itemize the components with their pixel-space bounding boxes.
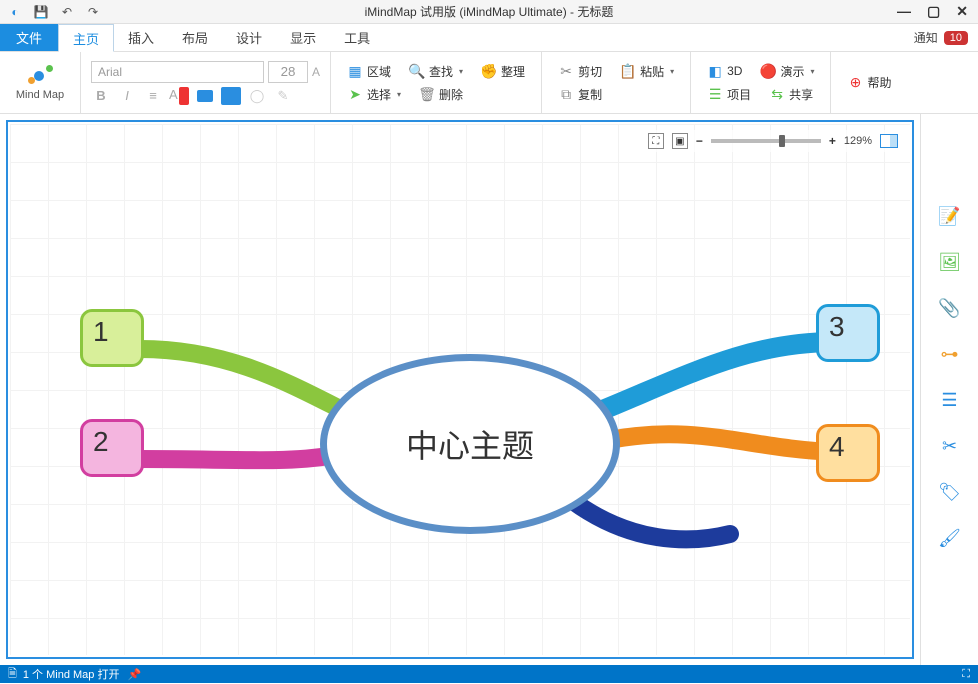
cleanup-icon: ✊ xyxy=(481,63,497,79)
cmd-3d[interactable]: ◧3D xyxy=(707,63,742,80)
format-painter-icon[interactable]: ✎ xyxy=(273,87,293,105)
zoom-slider[interactable] xyxy=(711,139,821,143)
fit-icon[interactable]: ⛶ xyxy=(648,133,664,149)
cube-icon: ◧ xyxy=(707,63,723,79)
cmd-share[interactable]: ⇆共享 xyxy=(769,86,813,103)
minimize-button[interactable]: — xyxy=(897,3,911,20)
status-open-docs: 1 个 Mind Map 打开 xyxy=(23,666,120,682)
region-icon: ▦ xyxy=(347,63,363,79)
notify-label[interactable]: 通知 xyxy=(914,29,938,46)
note-icon[interactable]: 📝 xyxy=(938,204,962,228)
window-title: iMindMap 试用版 (iMindMap Ultimate) - 无标题 xyxy=(365,3,614,20)
status-bar: 🗎 1 个 Mind Map 打开 📌 ⛶ xyxy=(0,665,978,683)
fullscreen-icon[interactable]: ⛶ xyxy=(962,668,970,681)
search-icon: 🔍 xyxy=(409,63,425,79)
tab-design[interactable]: 设计 xyxy=(222,24,276,51)
zoom-toolbar: ⛶ ▣ − + 129% xyxy=(644,130,902,152)
app-icon: ◐ xyxy=(6,3,24,21)
cmd-help[interactable]: ⊕帮助 xyxy=(847,74,891,91)
close-button[interactable]: ✕ xyxy=(956,3,968,20)
snip-icon[interactable]: ✂ xyxy=(938,434,962,458)
tab-layout[interactable]: 布局 xyxy=(168,24,222,51)
mindmap-mode-button[interactable]: Mind Map xyxy=(10,65,70,101)
shape-button[interactable]: ◯ xyxy=(247,87,267,105)
cmd-cut[interactable]: ✂剪切 xyxy=(558,63,602,80)
tab-file[interactable]: 文件 xyxy=(0,24,58,51)
cmd-delete[interactable]: 🗑删除 xyxy=(419,86,463,103)
font-size-input[interactable] xyxy=(268,61,308,83)
node-3[interactable]: 3 xyxy=(816,304,880,362)
line-color-button[interactable] xyxy=(221,87,241,105)
pin-icon[interactable]: 📌 xyxy=(127,668,141,681)
maximize-button[interactable]: ▢ xyxy=(927,3,940,20)
mindmap-icon xyxy=(26,65,54,87)
canvas[interactable]: ⛶ ▣ − + 129% 中心主题 1 2 3 4 xyxy=(10,124,910,655)
cmd-region[interactable]: ▦区域 xyxy=(347,63,391,80)
undo-icon[interactable]: ↶ xyxy=(58,3,76,21)
canvas-frame: ⛶ ▣ − + 129% 中心主题 1 2 3 4 xyxy=(6,120,914,659)
highlight-button[interactable] xyxy=(195,87,215,105)
zoom-out-button[interactable]: − xyxy=(696,134,703,148)
italic-button[interactable]: I xyxy=(117,87,137,105)
brush-icon[interactable]: 🖌 xyxy=(938,526,962,550)
cmd-present[interactable]: 🔴演示 xyxy=(760,63,814,80)
cut-icon: ✂ xyxy=(558,63,574,79)
right-toolbar: 📝 🖼 📎 ⊶ ☰ ✂ 🏷 🖌 xyxy=(920,114,978,665)
font-color-button[interactable]: A xyxy=(169,87,189,105)
tag-icon[interactable]: 🏷 xyxy=(938,480,962,504)
save-icon[interactable]: 💾 xyxy=(32,3,50,21)
tab-home[interactable]: 主页 xyxy=(58,24,114,52)
bold-button[interactable]: B xyxy=(91,87,111,105)
font-increase-icon[interactable]: A xyxy=(312,65,320,79)
center-node[interactable]: 中心主题 xyxy=(320,354,620,534)
ribbon: Mind Map A B I ≡ A ◯ ✎ ▦区域 🔍查找 ✊整理 ➤选择 🗑… xyxy=(0,52,978,114)
select-icon: ➤ xyxy=(347,86,363,102)
bullets-button[interactable]: ≡ xyxy=(143,87,163,105)
share-icon: ⇆ xyxy=(769,86,785,102)
font-name-input[interactable] xyxy=(91,61,264,83)
help-icon: ⊕ xyxy=(847,75,863,91)
project-icon: ☰ xyxy=(707,86,723,102)
delete-icon: 🗑 xyxy=(419,86,435,102)
node-1[interactable]: 1 xyxy=(80,309,144,367)
node-2[interactable]: 2 xyxy=(80,419,144,477)
split-view-icon[interactable] xyxy=(880,134,898,148)
paste-icon: 📋 xyxy=(620,63,636,79)
copy-icon: ⧉ xyxy=(558,86,574,102)
notify-badge[interactable]: 10 xyxy=(944,31,968,45)
outline-icon[interactable]: ☰ xyxy=(938,388,962,412)
cmd-cleanup[interactable]: ✊整理 xyxy=(481,63,525,80)
cmd-search[interactable]: 🔍查找 xyxy=(409,63,463,80)
cmd-project[interactable]: ☰项目 xyxy=(707,86,751,103)
tab-insert[interactable]: 插入 xyxy=(114,24,168,51)
workspace: ⛶ ▣ − + 129% 中心主题 1 2 3 4 xyxy=(0,114,920,665)
present-icon: 🔴 xyxy=(760,63,776,79)
cmd-select[interactable]: ➤选择 xyxy=(347,86,401,103)
cmd-copy[interactable]: ⧉复制 xyxy=(558,86,602,103)
image-icon[interactable]: 🖼 xyxy=(938,250,962,274)
doc-icon: 🗎 xyxy=(8,665,17,684)
menu-tabs: 文件 主页 插入 布局 设计 显示 工具 通知 10 xyxy=(0,24,978,52)
connector-icon[interactable]: ⊶ xyxy=(938,342,962,366)
attach-icon[interactable]: 📎 xyxy=(938,296,962,320)
mindmap-label: Mind Map xyxy=(10,89,70,101)
zoom-value: 129% xyxy=(844,135,872,147)
redo-icon[interactable]: ↷ xyxy=(84,3,102,21)
center-icon[interactable]: ▣ xyxy=(672,133,688,149)
center-node-text: 中心主题 xyxy=(406,421,534,467)
node-4[interactable]: 4 xyxy=(816,424,880,482)
cmd-paste[interactable]: 📋粘贴 xyxy=(620,63,674,80)
zoom-in-button[interactable]: + xyxy=(829,134,836,148)
title-bar: ◐ 💾 ↶ ↷ iMindMap 试用版 (iMindMap Ultimate)… xyxy=(0,0,978,24)
tab-tools[interactable]: 工具 xyxy=(330,24,384,51)
tab-view[interactable]: 显示 xyxy=(276,24,330,51)
